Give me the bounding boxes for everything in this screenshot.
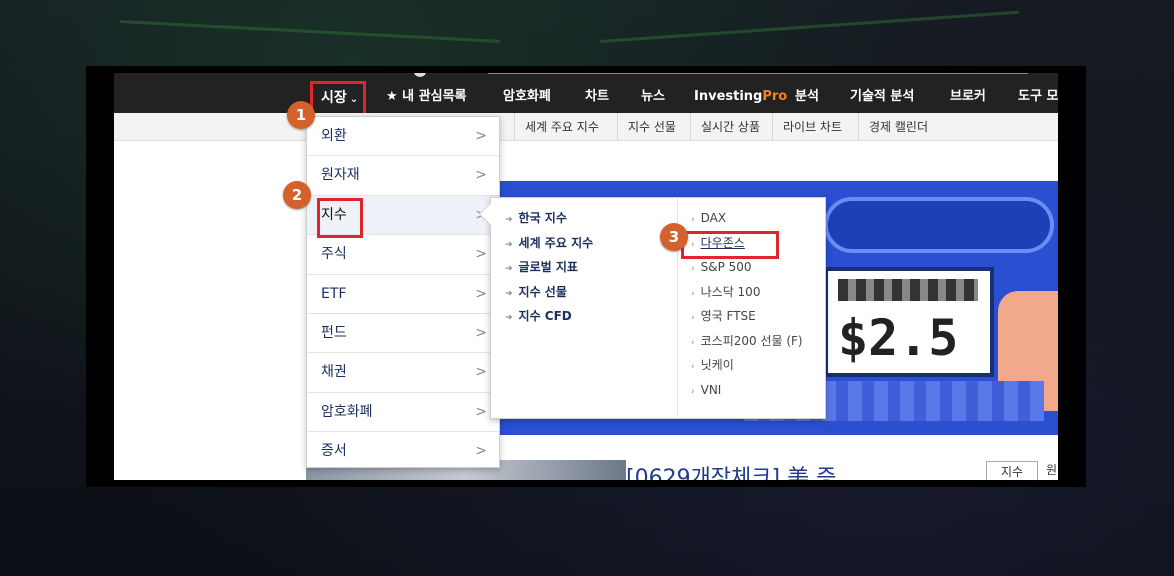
index-link-nasdaq100[interactable]: › 나스닥 100: [691, 280, 803, 305]
step-badge-3: 3: [660, 223, 688, 251]
bullet-arrow-icon: ›: [691, 288, 695, 299]
banner-pill: [824, 197, 1054, 253]
flyout-item-global-indicators[interactable]: ➔ 글로벌 지표: [505, 255, 593, 280]
index-link-label: S&P 500: [700, 260, 752, 274]
menu-item-label: 외환: [321, 128, 347, 144]
bullet-arrow-icon: ➔: [505, 288, 513, 299]
nav-market-menu[interactable]: 시장 ⌄: [310, 81, 366, 117]
bullet-arrow-icon: ➔: [505, 264, 513, 274]
index-link-ftse[interactable]: › 영국 FTSE: [691, 304, 803, 329]
nav-investing-pro[interactable]: InvestingPro: [694, 73, 787, 113]
nav-charts[interactable]: 차트: [585, 73, 609, 113]
highlight-box-indices: [317, 198, 363, 238]
top-navigation: 시장 ⌄ ★ 내 관심목록 암호화폐 차트 뉴스 InvestingPro 분석 …: [114, 73, 1058, 117]
flyout-item-label: 글로벌 지표: [518, 260, 578, 274]
menu-item-label: 증서: [321, 443, 347, 460]
chevron-right-icon: >: [475, 324, 487, 341]
subnav-economic-calendar[interactable]: 경제 캘린더: [858, 113, 938, 141]
menu-item-funds[interactable]: 펀드 >: [307, 314, 499, 354]
menu-item-etf[interactable]: ETF >: [307, 275, 499, 314]
chevron-right-icon: >: [475, 364, 487, 381]
chevron-right-icon: >: [475, 403, 487, 420]
chevron-right-icon: >: [475, 285, 487, 302]
chevron-right-icon: >: [475, 246, 487, 263]
subnav-world-indices[interactable]: 세계 주요 지수: [514, 113, 609, 141]
investing-pro-suffix: Pro: [762, 89, 788, 104]
subnav-index-futures[interactable]: 지수 선물: [617, 113, 686, 141]
chevron-right-icon: >: [475, 167, 487, 184]
index-link-label: DAX: [700, 211, 727, 225]
nav-analysis[interactable]: 분석: [795, 73, 819, 113]
nav-crypto[interactable]: 암호화폐: [503, 73, 551, 113]
flyout-item-world-indices[interactable]: ➔ 세계 주요 지수: [505, 231, 593, 256]
menu-item-label: 암호화폐: [321, 403, 373, 420]
menu-item-bonds[interactable]: 채권 >: [307, 353, 499, 393]
index-link-nikkei[interactable]: › 닛케이: [691, 353, 803, 378]
article-headline[interactable]: [0629개장체크] 美 증: [626, 460, 836, 480]
menu-item-forex[interactable]: 외환 >: [307, 117, 499, 157]
banner-price: $2.5: [838, 309, 959, 367]
flyout-item-label: 지수 CFD: [518, 309, 572, 323]
step-badge-1: 1: [287, 101, 315, 129]
flyout-item-label: 지수 선물: [518, 284, 567, 299]
nav-technical-analysis[interactable]: 기술적 분석: [850, 73, 914, 113]
investing-pro-brand: Investing: [694, 89, 763, 104]
index-link-kospi200-futures[interactable]: › 코스피200 선물 (F): [691, 329, 803, 354]
menu-item-label: 펀드: [321, 324, 347, 341]
bullet-arrow-icon: ›: [691, 386, 695, 397]
bullet-arrow-icon: ➔: [505, 239, 513, 250]
chevron-right-icon: >: [475, 443, 487, 460]
menu-item-crypto[interactable]: 암호화폐 >: [307, 393, 499, 433]
bullet-arrow-icon: ›: [691, 337, 695, 348]
tab-next[interactable]: 원: [1046, 461, 1057, 478]
indices-category-list: ➔ 한국 지수 ➔ 세계 주요 지수 ➔ 글로벌 지표 ➔ 지수 선물 ➔ 지수 CFD: [505, 206, 593, 329]
bullet-arrow-icon: ➔: [505, 215, 513, 225]
index-link-label: 닛케이: [700, 358, 734, 372]
chevron-right-icon: >: [475, 128, 487, 144]
nav-tools[interactable]: 도구 모: [1018, 73, 1058, 113]
nav-market-label: 시장: [321, 90, 347, 106]
investing-page: 시장 ⌄ ★ 내 관심목록 암호화폐 차트 뉴스 InvestingPro 분석 …: [114, 73, 1058, 480]
nav-brokers[interactable]: 브로커: [950, 73, 986, 113]
highlight-box-dow-jones: [681, 231, 779, 259]
flyout-item-label: 한국 지수: [518, 211, 567, 225]
chevron-down-icon: ⌄: [349, 94, 359, 105]
nav-news[interactable]: 뉴스: [641, 73, 665, 113]
banner-blurred-text: [838, 279, 978, 301]
flyout-item-index-futures[interactable]: ➔ 지수 선물: [505, 280, 593, 305]
menu-item-commodities[interactable]: 원자재 >: [307, 156, 499, 196]
market-dropdown: 외환> 원자재> 지수> 주식> ETF> 펀드> 채권> 암호화폐> 증서>: [306, 116, 500, 468]
nav-watchlist[interactable]: ★ 내 관심목록: [386, 73, 467, 113]
indices-flyout: ➔ 한국 지수 ➔ 세계 주요 지수 ➔ 글로벌 지표 ➔ 지수 선물 ➔ 지수 CFD …: [478, 197, 826, 419]
menu-item-label: 채권: [321, 364, 347, 381]
flyout-item-index-cfd[interactable]: ➔ 지수 CFD: [505, 304, 593, 329]
sub-navigation: 세계 주요 지수 지수 선물 실시간 상품 라이브 차트 경제 캘린더: [114, 113, 1058, 141]
flyout-item-label: 세계 주요 지수: [518, 235, 594, 250]
bullet-arrow-icon: ➔: [505, 313, 513, 323]
menu-item-label: 원자재: [321, 167, 360, 184]
bullet-arrow-icon: ›: [691, 264, 695, 274]
step-badge-2: 2: [283, 181, 311, 209]
menu-item-certificates[interactable]: 증서 >: [307, 432, 499, 471]
bullet-arrow-icon: ›: [691, 313, 695, 323]
index-link-label: VNI: [700, 382, 722, 397]
tab-index[interactable]: 지수: [986, 461, 1038, 480]
index-link-label: 나스닥 100: [700, 284, 761, 299]
subnav-realtime-commodities[interactable]: 실시간 상품: [690, 113, 770, 141]
bullet-arrow-icon: ›: [691, 362, 695, 372]
bullet-arrow-icon: ›: [691, 215, 695, 225]
index-link-label: 영국 FTSE: [700, 309, 756, 323]
flyout-item-korea-indices[interactable]: ➔ 한국 지수: [505, 206, 593, 231]
index-link-dax[interactable]: › DAX: [691, 206, 803, 231]
screenshot-frame: 시장 ⌄ ★ 내 관심목록 암호화폐 차트 뉴스 InvestingPro 분석 …: [86, 66, 1086, 487]
subnav-live-charts[interactable]: 라이브 차트: [772, 113, 852, 141]
menu-item-label: ETF: [321, 285, 347, 302]
menu-item-label: 주식: [321, 246, 347, 263]
index-link-vni[interactable]: › VNI: [691, 378, 803, 403]
index-link-label: 코스피200 선물 (F): [700, 333, 803, 348]
menu-item-stocks[interactable]: 주식 >: [307, 235, 499, 275]
